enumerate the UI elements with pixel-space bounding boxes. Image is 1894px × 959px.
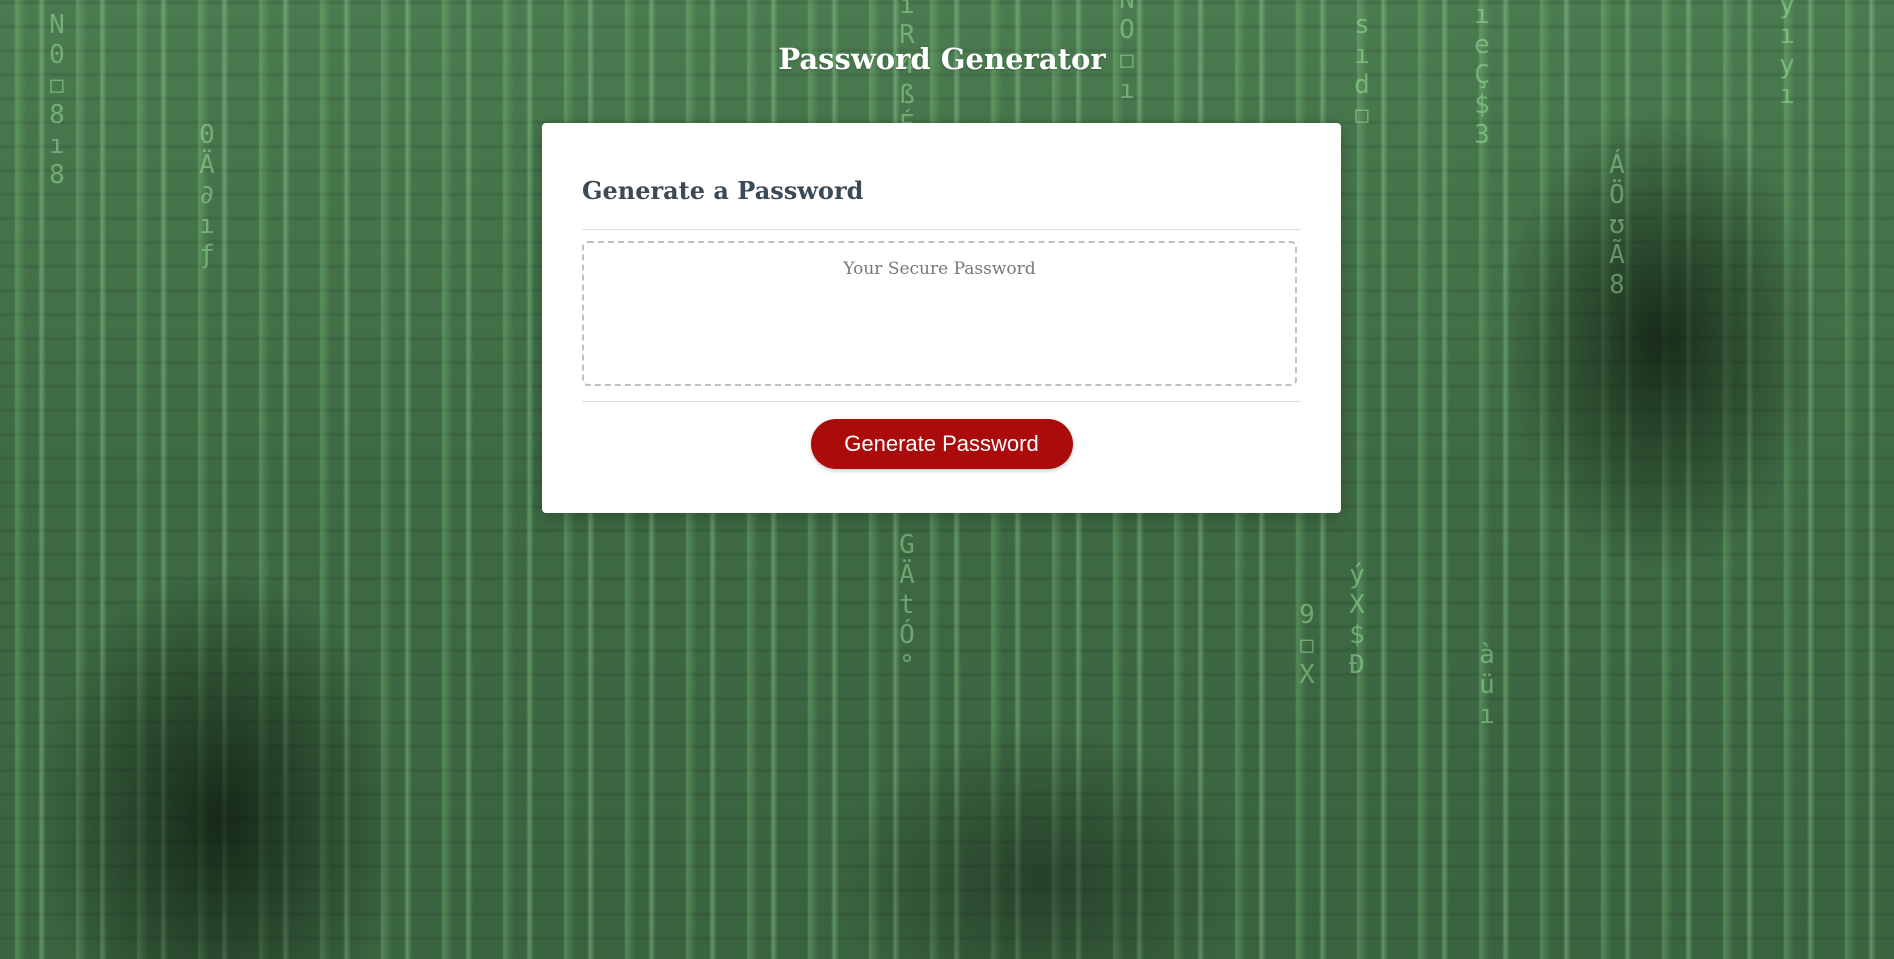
password-output-field[interactable]: [582, 241, 1297, 386]
background-glyph-column: ýX$Ð: [1342, 560, 1372, 680]
background-glyph-column: 9◻X: [1292, 600, 1322, 690]
page-title: Password Generator: [778, 42, 1106, 76]
card-body: [582, 241, 1301, 402]
card-footer: Generate Password: [542, 419, 1341, 469]
background-glyph-column: àüı: [1472, 640, 1502, 730]
password-card: Generate a Password Generate Password: [542, 123, 1341, 513]
background-glyph-column: GÄtÓ°: [892, 530, 922, 680]
card-header: Generate a Password: [582, 163, 1301, 230]
background-glyph-column: ÁÖʊÃ8: [1602, 150, 1632, 300]
background-glyph-column: N0◻8ı8: [42, 10, 72, 190]
generate-password-button[interactable]: Generate Password: [810, 419, 1073, 469]
background-glyph-column: 0Ä∂ıƒ: [192, 120, 222, 270]
card-title: Generate a Password: [582, 176, 864, 205]
